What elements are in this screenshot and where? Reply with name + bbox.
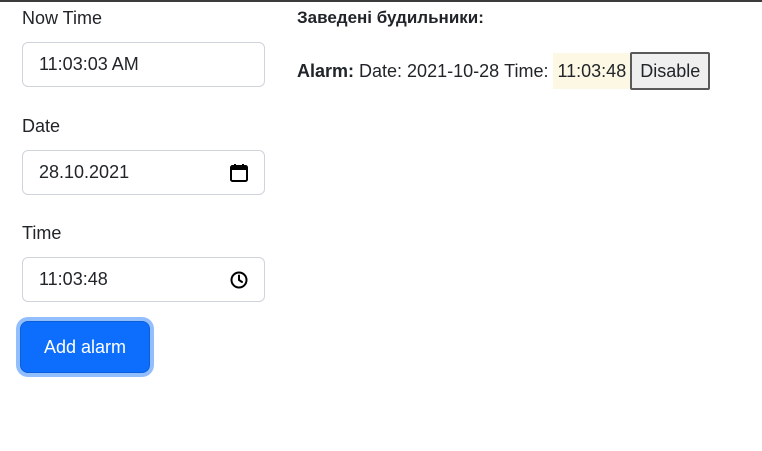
time-input[interactable]: 11:03:48 <box>22 257 265 302</box>
time-value: 11:03:48 <box>39 269 108 289</box>
alarms-title: Заведені будильники: <box>297 8 484 27</box>
top-divider <box>0 0 762 2</box>
disable-button[interactable]: Disable <box>630 52 711 90</box>
alarm-time-label: Time: <box>504 60 549 81</box>
now-time-label: Now Time <box>22 8 103 28</box>
date-input[interactable]: 28.10.2021 <box>22 150 265 195</box>
date-value: 28.10.2021 <box>39 162 130 182</box>
time-label: Time <box>22 223 62 243</box>
alarm-time: 11:03:48 <box>553 53 631 89</box>
date-label: Date <box>22 116 61 136</box>
alarm-prefix: Alarm: <box>297 60 355 81</box>
alarm-item: Alarm: Date: 2021-10-28 Time: 11:03:48 D… <box>297 52 711 90</box>
now-time-field[interactable]: 11:03:03 AM <box>22 42 265 87</box>
alarm-date-label: Date: <box>359 60 403 81</box>
now-time-value: 11:03:03 AM <box>39 54 139 74</box>
calendar-icon[interactable] <box>228 162 250 184</box>
add-alarm-button[interactable]: Add alarm <box>20 321 150 373</box>
alarm-date: 2021-10-28 <box>407 60 500 81</box>
clock-icon[interactable] <box>228 269 250 291</box>
